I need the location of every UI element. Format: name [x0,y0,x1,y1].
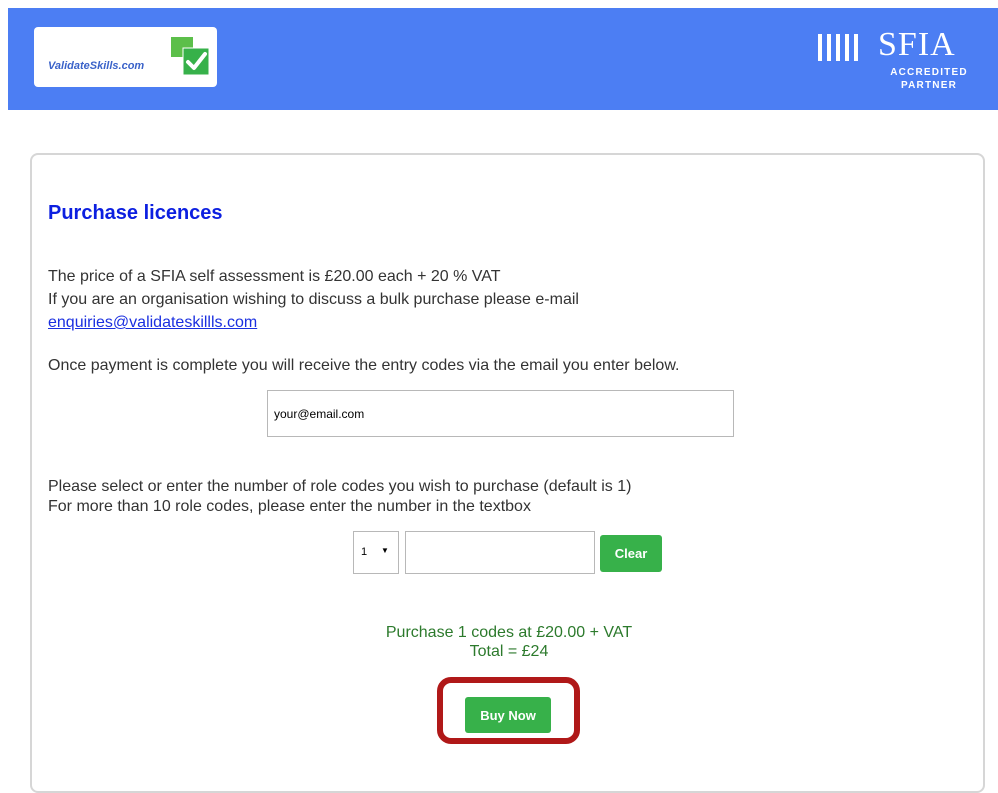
sfia-subtitle-line1: ACCREDITED [890,67,968,78]
caret-down-icon: ▼ [381,546,389,555]
sfia-wordmark: SFIA [878,26,956,63]
summary-purchase-line: Purchase 1 codes at £20.00 + VAT [385,624,633,641]
summary-total-line: Total = £24 [469,643,549,660]
sfia-subtitle: ACCREDITED PARTNER [888,66,970,92]
checkmark-logo-icon [171,37,210,76]
enquiries-email-link[interactable]: enquiries@validateskillls.com [48,314,257,331]
page-title: Purchase licences [48,202,223,224]
email-input[interactable] [267,390,734,437]
payment-info-text: Once payment is complete you will receiv… [48,357,680,374]
clear-button[interactable]: Clear [600,535,662,572]
sfia-partner-logo: SFIA ACCREDITED PARTNER [808,26,978,100]
validateskills-logo[interactable]: ValidateSkills.com [34,27,217,87]
logo-text: ValidateSkills.com [48,60,145,72]
quantity-instructions-line1: Please select or enter the number of rol… [48,478,632,495]
quantity-textbox[interactable] [405,531,595,574]
bulk-email-row: enquiries@validateskillls.com [48,313,257,332]
quantity-instructions-line2: For more than 10 role codes, please ente… [48,498,531,515]
quantity-select-value: 1 [361,546,368,558]
purchase-summary: Purchase 1 codes at £20.00 + VAT Total =… [356,623,662,661]
header-bar: ValidateSkills.com SFIA ACCREDITED PARTN… [8,8,998,110]
price-text: The price of a SFIA self assessment is £… [48,268,501,285]
quantity-select[interactable]: 1 ▼ [353,531,399,574]
bulk-purchase-text: If you are an organisation wishing to di… [48,291,579,308]
sfia-subtitle-line2: PARTNER [901,80,957,91]
buy-now-button[interactable]: Buy Now [465,697,551,733]
